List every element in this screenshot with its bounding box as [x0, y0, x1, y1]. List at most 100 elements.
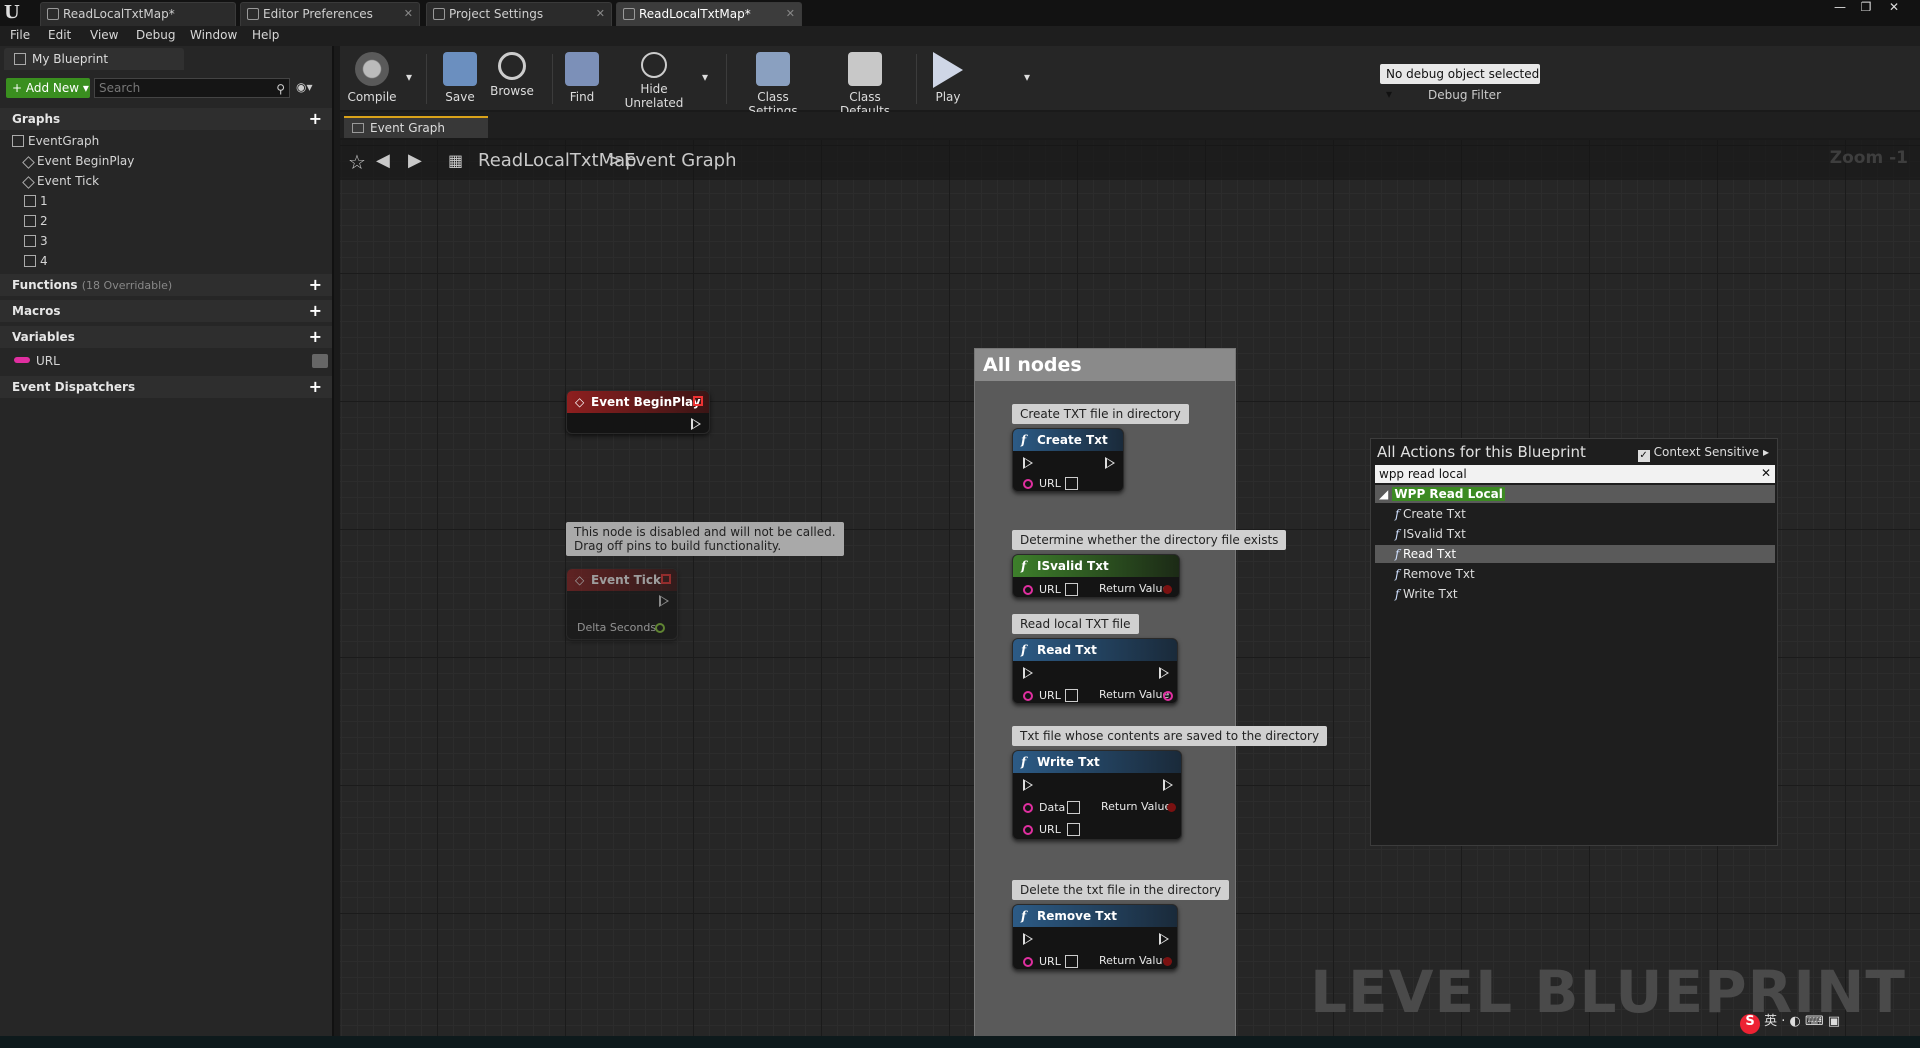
- exec-in-pin[interactable]: [1023, 457, 1033, 469]
- close-tab-icon[interactable]: ✕: [596, 3, 605, 25]
- return-value-pin[interactable]: [1167, 803, 1176, 812]
- graphs-section-header[interactable]: Graphs +: [0, 108, 332, 130]
- class-settings-button[interactable]: Class Settings: [732, 52, 814, 118]
- exec-out-pin[interactable]: [659, 595, 669, 607]
- action-item-create-txt[interactable]: f Create Txt: [1375, 505, 1775, 523]
- exec-in-pin[interactable]: [1023, 667, 1033, 679]
- debug-object-select[interactable]: No debug object selected ▾: [1380, 64, 1540, 101]
- clear-search-icon[interactable]: ✕: [1761, 464, 1771, 482]
- ime-toolbar-icons[interactable]: · ◐ ⌨ ▣: [1781, 1014, 1840, 1029]
- return-value-pin[interactable]: [1163, 691, 1173, 701]
- variable-url[interactable]: URL: [14, 354, 328, 368]
- browse-button[interactable]: Browse: [488, 52, 536, 98]
- exec-out-pin[interactable]: [1163, 779, 1173, 791]
- play-button[interactable]: Play: [928, 52, 968, 104]
- close-tab-icon[interactable]: ✕: [786, 3, 795, 25]
- node-create-txt[interactable]: f Create Txt URL: [1012, 428, 1124, 492]
- delegate-pin-icon[interactable]: [661, 574, 671, 584]
- node-header[interactable]: f Create Txt: [1013, 429, 1123, 451]
- tree-item-event-beginplay[interactable]: Event BeginPlay: [22, 154, 134, 169]
- delta-seconds-pin[interactable]: [655, 623, 665, 633]
- blueprint-search-input[interactable]: Search ⚲: [94, 78, 290, 98]
- node-isvalid-txt[interactable]: f ISvalid Txt URL Return Value: [1012, 554, 1180, 598]
- my-blueprint-tab[interactable]: My Blueprint: [4, 48, 184, 70]
- minimize-button[interactable]: —: [1826, 0, 1854, 16]
- return-value-pin[interactable]: [1163, 957, 1172, 966]
- add-variable-icon[interactable]: +: [309, 326, 322, 348]
- tree-item-3[interactable]: 3: [24, 234, 48, 248]
- checkbox-checked-icon[interactable]: ✓: [1637, 450, 1650, 462]
- play-options-dropdown[interactable]: ▾: [1020, 70, 1034, 84]
- view-options-icon[interactable]: ◉▾: [296, 80, 313, 94]
- node-header[interactable]: ◇ Event Tick: [567, 569, 677, 591]
- action-item-write-txt[interactable]: f Write Txt: [1375, 585, 1775, 603]
- node-event-tick[interactable]: ◇ Event Tick Delta Seconds: [566, 568, 678, 640]
- compile-options-dropdown[interactable]: ▾: [402, 70, 416, 84]
- tree-item-1[interactable]: 1: [24, 194, 48, 208]
- action-item-isvalid-txt[interactable]: f ISvalid Txt: [1375, 525, 1775, 543]
- exec-out-pin[interactable]: [691, 418, 701, 430]
- url-input-pin[interactable]: [1023, 585, 1033, 595]
- return-value-pin[interactable]: [1163, 585, 1172, 594]
- url-input-pin[interactable]: [1023, 825, 1033, 835]
- tab-project-settings[interactable]: Project Settings ✕: [426, 2, 612, 26]
- url-value-box[interactable]: [1065, 955, 1078, 968]
- event-dispatchers-section-header[interactable]: Event Dispatchers +: [0, 376, 332, 398]
- node-header[interactable]: ◇ Event BeginPlay: [567, 391, 709, 413]
- url-value-box[interactable]: [1065, 583, 1078, 596]
- exec-out-pin[interactable]: [1159, 933, 1169, 945]
- tree-item-4[interactable]: 4: [24, 254, 48, 268]
- node-header[interactable]: f Write Txt: [1013, 751, 1181, 773]
- find-button[interactable]: Find: [564, 52, 600, 104]
- data-value-box[interactable]: [1067, 801, 1080, 814]
- functions-section-header[interactable]: Functions (18 Overridable) +: [0, 274, 332, 296]
- comment-bubble-isvalid[interactable]: Determine whether the directory file exi…: [1012, 530, 1287, 550]
- add-new-button[interactable]: + Add New ▾: [6, 78, 90, 98]
- delegate-pin-icon[interactable]: [693, 396, 703, 406]
- url-input-pin[interactable]: [1023, 479, 1033, 489]
- action-item-read-txt[interactable]: f Read Txt: [1375, 545, 1775, 563]
- tree-item-event-tick[interactable]: Event Tick: [22, 174, 99, 189]
- menu-file[interactable]: File: [10, 28, 30, 42]
- url-input-pin[interactable]: [1023, 957, 1033, 967]
- visibility-eye-icon[interactable]: [312, 354, 328, 368]
- comment-title[interactable]: All nodes: [975, 349, 1235, 381]
- hide-unrelated-button[interactable]: Hide Unrelated: [612, 52, 696, 110]
- add-macro-icon[interactable]: +: [309, 300, 322, 322]
- menu-view[interactable]: View: [90, 28, 118, 42]
- url-value-box[interactable]: [1065, 477, 1078, 490]
- save-button[interactable]: Save: [440, 52, 480, 104]
- node-event-beginplay[interactable]: ◇ Event BeginPlay: [566, 390, 710, 434]
- node-header[interactable]: f ISvalid Txt: [1013, 555, 1179, 577]
- menu-edit[interactable]: Edit: [48, 28, 71, 42]
- context-sensitive-toggle[interactable]: ✓ Context Sensitive ▸: [1637, 445, 1769, 462]
- node-header[interactable]: f Remove Txt: [1013, 905, 1177, 927]
- menu-debug[interactable]: Debug: [136, 28, 175, 42]
- node-header[interactable]: f Read Txt: [1013, 639, 1177, 661]
- add-dispatcher-icon[interactable]: +: [309, 376, 322, 398]
- comment-bubble-remove[interactable]: Delete the txt file in the directory: [1012, 880, 1230, 900]
- action-item-remove-txt[interactable]: f Remove Txt: [1375, 565, 1775, 583]
- add-function-icon[interactable]: +: [309, 274, 322, 296]
- category-wpp-read-local[interactable]: ◢ WPP Read Local: [1375, 485, 1775, 503]
- tab-readlocaltxtmap-level[interactable]: ReadLocalTxtMap*: [40, 2, 236, 26]
- url-value-box[interactable]: [1065, 689, 1078, 702]
- hide-unrelated-options-dropdown[interactable]: ▾: [698, 70, 712, 84]
- maximize-button[interactable]: ❐: [1852, 0, 1880, 16]
- comment-bubble-create[interactable]: Create TXT file in directory: [1012, 404, 1189, 424]
- exec-in-pin[interactable]: [1023, 933, 1033, 945]
- event-graph-canvas[interactable]: ☆ ◀ ▶ ▦ ReadLocalTxtMap > Event Graph Zo…: [340, 140, 1920, 1036]
- forward-arrow-icon[interactable]: ▶: [408, 150, 422, 171]
- event-graph-tab[interactable]: Event Graph: [344, 116, 488, 138]
- ime-logo-icon[interactable]: S: [1740, 1014, 1760, 1034]
- node-read-txt[interactable]: f Read Txt URL Return Value: [1012, 638, 1178, 704]
- macros-section-header[interactable]: Macros +: [0, 300, 332, 322]
- tree-item-2[interactable]: 2: [24, 214, 48, 228]
- add-graph-icon[interactable]: +: [309, 108, 322, 130]
- tree-item-eventgraph[interactable]: EventGraph: [12, 134, 99, 148]
- favorite-star-icon[interactable]: ☆: [348, 150, 366, 174]
- url-value-box[interactable]: [1067, 823, 1080, 836]
- ime-language[interactable]: 英: [1764, 1014, 1777, 1029]
- actions-search-input[interactable]: wpp read local ✕: [1375, 465, 1775, 483]
- url-input-pin[interactable]: [1023, 691, 1033, 701]
